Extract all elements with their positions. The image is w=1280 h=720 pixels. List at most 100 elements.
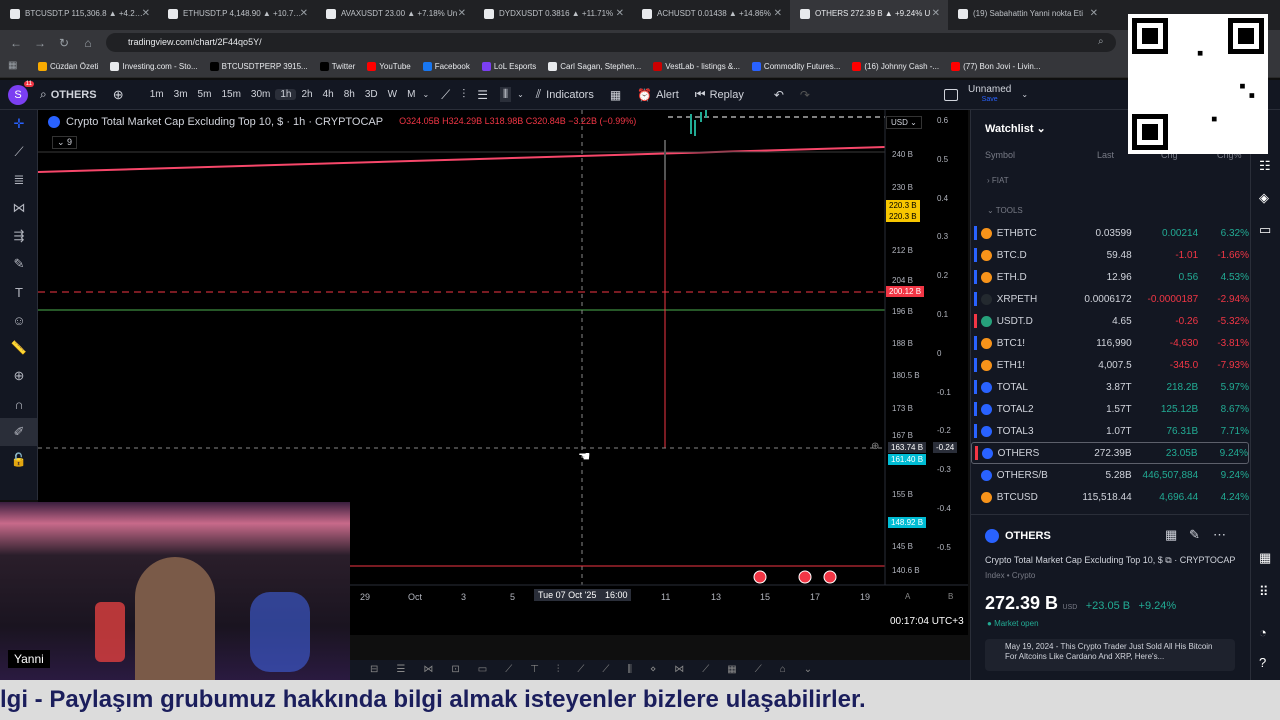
emoji-icon[interactable]: ☺: [0, 306, 38, 334]
browser-tab[interactable]: ACHUSDT 0.01438 ▲ +14.86% ✕: [632, 0, 790, 30]
browser-tab[interactable]: DYDXUSDT 0.3816 ▲ +11.71% ✕: [474, 0, 632, 30]
bookmark-item[interactable]: VestLab - listings &...: [653, 61, 740, 71]
column-header[interactable]: Last: [1097, 150, 1114, 160]
chat-icon[interactable]: ▭: [1259, 222, 1271, 238]
chevron-down-icon[interactable]: ⌄: [1021, 90, 1028, 99]
timeframe-3m[interactable]: 3m: [169, 89, 193, 100]
toolbar-tool-icon[interactable]: ⟋: [505, 664, 512, 680]
alert-icon[interactable]: ⏰: [637, 88, 652, 102]
candles-icon[interactable]: ⫶: [462, 87, 465, 102]
trendline-icon[interactable]: ⟋: [0, 138, 38, 166]
toolbar-tool-icon[interactable]: ⋈: [423, 664, 433, 680]
timeframe-2h[interactable]: 2h: [296, 89, 317, 100]
ruler-icon[interactable]: 📏: [0, 334, 38, 362]
calendar-icon[interactable]: ▦: [1259, 550, 1271, 566]
help-icon[interactable]: ?: [1259, 655, 1266, 670]
line-chart-icon[interactable]: ⟋: [441, 87, 450, 103]
watchlist-row[interactable]: OTHERS/B 5.28B 446,507,884 9.24%: [971, 464, 1249, 486]
row-flag[interactable]: [974, 380, 977, 394]
chart-title[interactable]: Crypto Total Market Cap Excluding Top 10…: [66, 116, 383, 128]
layers-icon[interactable]: ◈: [1259, 190, 1269, 206]
pattern-icon[interactable]: ⋈: [0, 194, 38, 222]
row-flag[interactable]: [974, 402, 977, 416]
clock[interactable]: 00:17:04 UTC+3: [890, 616, 964, 627]
toolbar-tool-icon[interactable]: ⫼: [627, 664, 632, 680]
section-tools[interactable]: ⌄ TOOLS: [987, 206, 1023, 215]
toolbar-tool-icon[interactable]: ▭: [478, 664, 487, 680]
secondary-scale[interactable]: 0.6 0.5 0.4 0.3 0.2 0.1 0 -0.1 -0.2 -0.3 -0.4 -0.5: [933, 110, 968, 585]
magnet-icon[interactable]: ∩: [0, 390, 38, 418]
price-scale[interactable]: 240 B 230 B 212 B 204 B 196 B 188 B 180.5 B 173…: [886, 110, 926, 585]
browser-tab[interactable]: OTHERS 272.39 B ▲ +9.24% U ✕: [790, 0, 948, 30]
row-flag[interactable]: [974, 226, 977, 240]
apps-grid-icon[interactable]: ⠿: [1259, 584, 1269, 600]
toolbar-tool-icon[interactable]: ⟋: [577, 664, 584, 680]
bars-icon[interactable]: ☰: [477, 88, 488, 102]
timeframe-5m[interactable]: 5m: [193, 89, 217, 100]
replay-button[interactable]: Replay: [710, 89, 744, 101]
watchlist-row[interactable]: USDT.D 4.65 -0.26 -5.32%: [971, 310, 1249, 332]
details-grid-icon[interactable]: ▦: [1165, 527, 1177, 543]
text-icon[interactable]: T: [0, 278, 38, 306]
row-flag[interactable]: [974, 248, 977, 262]
replay-icon[interactable]: ⏮: [695, 87, 706, 102]
toolbar-tool-icon[interactable]: ⋈: [674, 664, 684, 680]
reload-icon[interactable]: ↻: [52, 36, 76, 50]
details-exchange[interactable]: CRYPTOCAP: [1180, 555, 1236, 565]
browser-tab[interactable]: ETHUSDT.P 4,148.90 ▲ +10.79% ✕: [158, 0, 316, 30]
alert-button[interactable]: Alert: [656, 89, 679, 101]
bookmark-item[interactable]: Facebook: [422, 61, 470, 71]
watchlist-icon[interactable]: ☷: [1259, 158, 1271, 174]
row-flag[interactable]: [974, 490, 977, 504]
bookmark-item[interactable]: LoL Esports: [481, 61, 536, 71]
fib-icon[interactable]: ≣: [0, 166, 38, 194]
stay-drawing-icon[interactable]: ✐: [0, 418, 38, 446]
timeframe-1m[interactable]: 1m: [145, 89, 169, 100]
toolbar-tool-icon[interactable]: ⫶: [557, 664, 560, 680]
watchlist-row[interactable]: ETH.D 12.96 0.56 4.53%: [971, 266, 1249, 288]
back-icon[interactable]: ←: [4, 36, 28, 50]
watchlist-row[interactable]: BTCUSD 115,518.44 4,696.44 4.24%: [971, 486, 1249, 508]
row-flag[interactable]: [974, 468, 977, 482]
crosshair-icon[interactable]: ✛: [0, 110, 38, 138]
close-icon[interactable]: ✕: [932, 8, 940, 19]
watchlist-row[interactable]: TOTAL 3.87T 218.2B 5.97%: [971, 376, 1249, 398]
timeframe-8h[interactable]: 8h: [339, 89, 360, 100]
compare-add-icon[interactable]: ⊕: [113, 87, 137, 103]
zoom-in-icon[interactable]: ⊕: [0, 362, 38, 390]
details-symbol[interactable]: OTHERS: [1005, 530, 1051, 542]
bookmark-item[interactable]: BTCUSDTPERP 3915...: [209, 61, 308, 71]
toolbar-tool-icon[interactable]: ⊟: [370, 664, 378, 680]
toolbar-tool-icon[interactable]: ⌂: [780, 664, 786, 680]
forward-icon[interactable]: →: [28, 36, 52, 50]
timeframe-W[interactable]: W: [383, 89, 402, 100]
browser-tab[interactable]: (19) Sabahattin Yanni nokta Eti ✕: [948, 0, 1106, 30]
bookmark-item[interactable]: Investing.com - Sto...: [110, 61, 198, 71]
apps-icon[interactable]: ▦: [8, 60, 17, 71]
row-flag[interactable]: [974, 358, 977, 372]
indicator-count[interactable]: ⌄ 9: [52, 136, 78, 149]
bookmark-item[interactable]: (16) Johnny Cash -...: [852, 61, 939, 71]
details-edit-icon[interactable]: ✎: [1189, 527, 1200, 543]
chevron-down-icon[interactable]: ⌄: [422, 90, 429, 99]
bookmark-item[interactable]: Carl Sagan, Stephen...: [548, 61, 641, 71]
row-flag[interactable]: [975, 446, 978, 460]
section-fiat[interactable]: › FIAT: [987, 176, 1009, 185]
lock-icon[interactable]: 🔓: [0, 446, 38, 474]
browser-tab[interactable]: BTCUSDT.P 115,306.8 ▲ +4.28% ✕: [0, 0, 158, 30]
bookmark-item[interactable]: Cüzdan Özeti: [38, 61, 98, 71]
row-flag[interactable]: [974, 292, 977, 306]
toolbar-tool-icon[interactable]: ⌄: [804, 664, 812, 680]
bookmark-item[interactable]: YouTube: [367, 61, 411, 71]
toolbar-tool-icon[interactable]: ⟋: [602, 664, 609, 680]
toolbar-tool-icon[interactable]: ⊡: [451, 664, 459, 680]
external-link-icon[interactable]: ⧉ ·: [1165, 555, 1179, 565]
row-flag[interactable]: [974, 424, 977, 438]
close-icon[interactable]: ✕: [458, 8, 466, 19]
close-icon[interactable]: ✕: [616, 8, 624, 19]
watchlist-row[interactable]: BTC1! 116,990 -4,630 -3.81%: [971, 332, 1249, 354]
row-flag[interactable]: [974, 270, 977, 284]
add-alert-icon[interactable]: ⊕: [871, 441, 879, 452]
forecast-icon[interactable]: ⇶: [0, 222, 38, 250]
column-header[interactable]: Symbol: [985, 150, 1015, 160]
